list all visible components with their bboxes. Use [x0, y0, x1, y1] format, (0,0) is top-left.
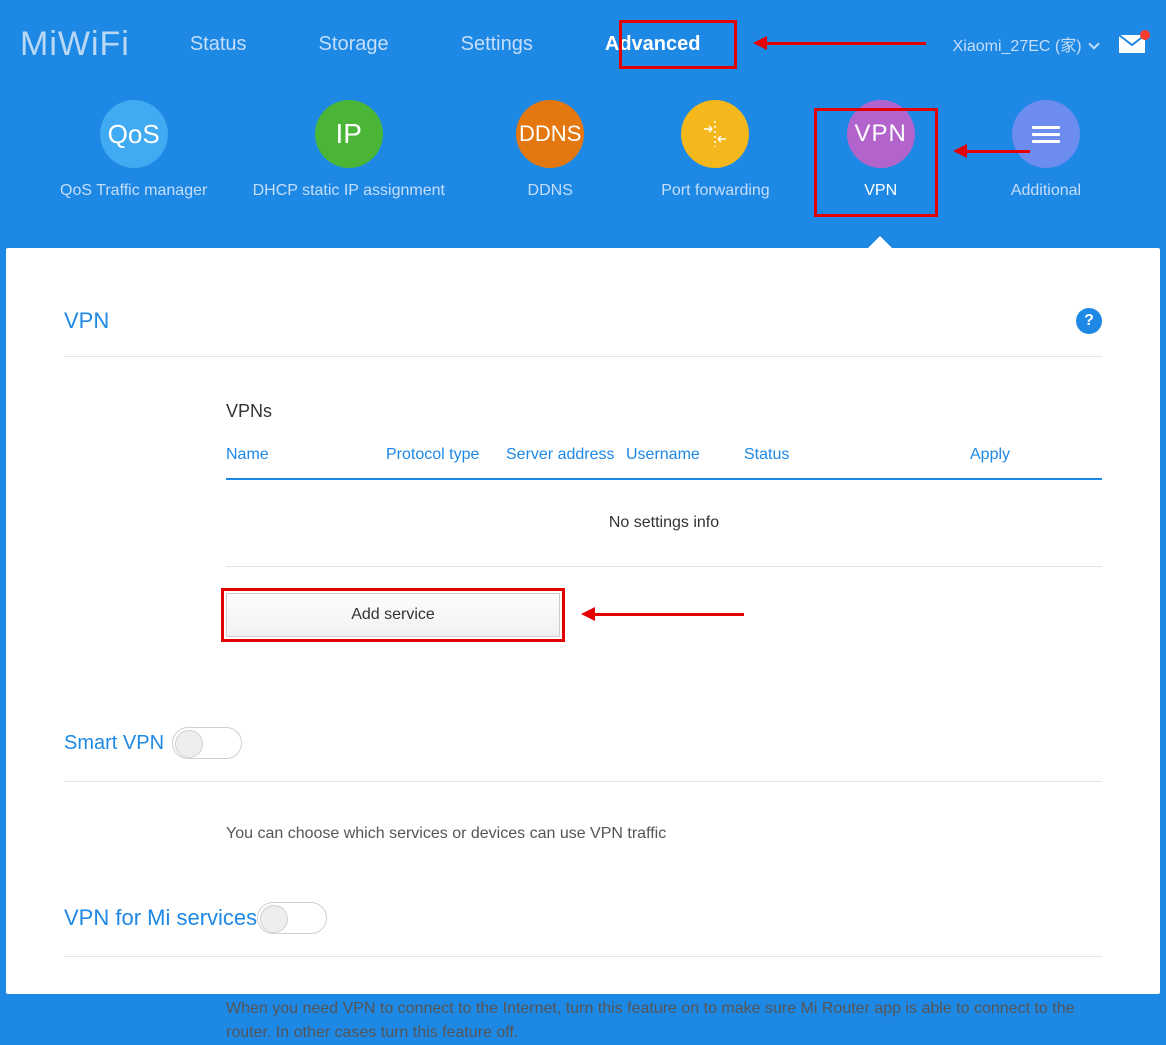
- tool-additional[interactable]: Additional: [986, 100, 1106, 200]
- tool-port-forwarding[interactable]: Port forwarding: [655, 100, 775, 200]
- vpn-icon: VPN: [847, 100, 915, 168]
- col-protocol: Protocol type: [386, 446, 506, 464]
- port-forwarding-icon: [681, 100, 749, 168]
- smart-vpn-title: Smart VPN: [64, 732, 164, 755]
- smart-vpn-toggle[interactable]: [172, 727, 242, 759]
- toolbar: QoS QoS Traffic manager IP DHCP static I…: [0, 70, 1166, 200]
- nav-settings[interactable]: Settings: [461, 33, 533, 56]
- tool-label: DHCP static IP assignment: [253, 182, 445, 200]
- main-nav: Status Storage Settings Advanced: [190, 33, 701, 56]
- notification-dot-icon: [1140, 30, 1150, 40]
- tool-vpn[interactable]: VPN VPN: [821, 100, 941, 200]
- add-service-button[interactable]: Add service: [226, 593, 560, 637]
- mi-services-toggle[interactable]: [257, 902, 327, 934]
- table-header: Name Protocol type Server address Userna…: [226, 446, 1102, 480]
- col-name: Name: [226, 446, 386, 464]
- ip-icon: IP: [315, 100, 383, 168]
- nav-storage[interactable]: Storage: [319, 33, 389, 56]
- tool-label: DDNS: [528, 182, 573, 200]
- tool-dhcp-ip[interactable]: IP DHCP static IP assignment: [253, 100, 445, 200]
- tool-qos[interactable]: QoS QoS Traffic manager: [60, 100, 207, 200]
- table-empty-text: No settings info: [226, 480, 1102, 567]
- tool-label: QoS Traffic manager: [60, 182, 207, 200]
- mail-icon[interactable]: [1118, 34, 1146, 54]
- page-title: VPN: [64, 308, 109, 334]
- tool-label: Port forwarding: [661, 182, 770, 200]
- mi-services-description: When you need VPN to connect to the Inte…: [64, 957, 1102, 1045]
- logo: MiWiFi: [20, 25, 130, 64]
- tool-label: VPN: [864, 182, 897, 200]
- account-dropdown[interactable]: Xiaomi_27EC (家): [953, 32, 1098, 56]
- chevron-down-icon: [1088, 38, 1099, 49]
- col-status: Status: [744, 446, 970, 464]
- mi-services-title: VPN for Mi services: [64, 905, 257, 931]
- col-apply: Apply: [970, 446, 1102, 464]
- col-username: Username: [626, 446, 744, 464]
- tool-label: Additional: [1011, 182, 1081, 200]
- content-panel: VPN ? VPNs Name Protocol type Server add…: [6, 248, 1160, 994]
- ddns-icon: DDNS: [516, 100, 584, 168]
- smart-vpn-description: You can choose which services or devices…: [64, 782, 1102, 846]
- nav-status[interactable]: Status: [190, 33, 247, 56]
- nav-advanced[interactable]: Advanced: [605, 33, 701, 56]
- tool-ddns[interactable]: DDNS DDNS: [490, 100, 610, 200]
- help-icon[interactable]: ?: [1076, 308, 1102, 334]
- qos-icon: QoS: [100, 100, 168, 168]
- hamburger-icon: [1012, 100, 1080, 168]
- account-name: Xiaomi_27EC (家): [953, 38, 1082, 55]
- col-server: Server address: [506, 446, 626, 464]
- pointer-triangle-icon: [868, 236, 892, 248]
- vpns-heading: VPNs: [226, 401, 1102, 422]
